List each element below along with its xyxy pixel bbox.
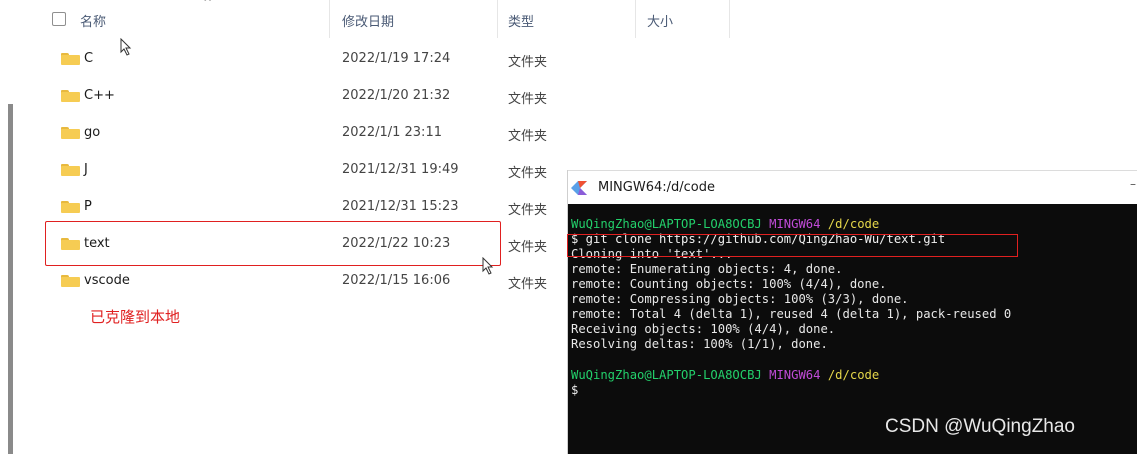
csdn-watermark: CSDN @WuQingZhao [885,416,1075,437]
prompt-path: /d/code [827,217,880,231]
minimize-icon[interactable]: – [1130,177,1136,191]
text-row-highlight-box [45,221,501,266]
folder-type: 文件夹 [508,129,548,144]
output-line: remote: Enumerating objects: 4, done. [571,262,843,276]
folder-row-j[interactable]: J 2021/12/31 19:49 文件夹 [40,151,560,187]
output-line: remote: Compressing objects: 100% (3/3),… [571,292,909,306]
navigation-pane-scrollbar[interactable] [8,104,13,454]
column-divider[interactable] [729,0,730,38]
folder-icon [61,90,80,102]
column-divider[interactable] [497,0,498,38]
folder-date: 2022/1/1 23:11 [342,125,442,140]
folder-icon [61,127,80,139]
folder-type: 文件夹 [508,240,548,255]
select-all-checkbox[interactable] [52,12,66,26]
folder-type: 文件夹 [508,55,548,70]
terminal-title-bar[interactable]: MINGW64:/d/code – [568,170,1137,205]
output-line: Resolving deltas: 100% (1/1), done. [571,337,828,351]
folder-icon [61,53,80,65]
folder-date: 2021/12/31 19:49 [342,162,459,177]
column-header-date[interactable]: 修改日期 [342,11,394,30]
folder-icon [61,201,80,213]
folder-icon [61,164,80,176]
column-header-name[interactable]: 名称 [80,11,106,30]
folder-name: go [84,125,101,140]
folder-row-cpp[interactable]: C++ 2022/1/20 21:32 文件夹 [40,77,560,113]
folder-name: vscode [84,273,130,288]
folder-name: P [84,199,92,214]
prompt-line: WuQingZhao@LAPTOP-LOA8OCBJ MINGW64 /d/co… [571,217,879,232]
folder-date: 2022/1/19 17:24 [342,51,451,66]
prompt-path: /d/code [827,368,880,382]
column-divider[interactable] [635,0,636,38]
command-highlight-box [567,234,1018,257]
folder-icon [61,275,80,287]
mouse-pointer-icon [482,257,494,275]
output-line: remote: Counting objects: 100% (4/4), do… [571,277,887,291]
column-divider[interactable] [329,0,330,38]
folder-row-go[interactable]: go 2022/1/1 23:11 文件夹 [40,114,560,150]
git-bash-icon [571,181,587,195]
folder-name: J [84,162,88,177]
cursor-line: $ [571,383,579,397]
folder-type: 文件夹 [508,92,548,107]
prompt-user: WuQingZhao@LAPTOP-LOA8OCBJ [571,217,762,231]
git-bash-window[interactable]: MINGW64:/d/code – WuQingZhao@LAPTOP-LOA8… [567,170,1137,454]
folder-name: C [84,51,94,66]
sort-ascending-icon: ^ [203,0,213,9]
folder-date: 2022/1/15 16:06 [342,273,451,288]
folder-row-c[interactable]: C 2022/1/19 17:24 文件夹 [40,40,560,76]
folder-name: C++ [84,88,115,103]
terminal-title: MINGW64:/d/code [598,180,715,195]
file-list-header: 名称 ^ 修改日期 类型 大小 [40,0,730,38]
cloned-annotation: 已克隆到本地 [90,308,181,326]
folder-date: 2021/12/31 15:23 [342,199,459,214]
folder-row-p[interactable]: P 2021/12/31 15:23 文件夹 [40,188,560,224]
output-line: Receiving objects: 100% (4/4), done. [571,322,836,336]
prompt-env: MINGW64 [769,217,821,231]
column-header-size[interactable]: 大小 [647,11,673,30]
folder-type: 文件夹 [508,166,548,181]
folder-type: 文件夹 [508,277,548,292]
prompt-line: WuQingZhao@LAPTOP-LOA8OCBJ MINGW64 /d/co… [571,368,879,383]
folder-date: 2022/1/20 21:32 [342,88,451,103]
output-line: remote: Total 4 (delta 1), reused 4 (del… [571,307,1012,321]
prompt-user: WuQingZhao@LAPTOP-LOA8OCBJ [571,368,762,382]
folder-type: 文件夹 [508,203,548,218]
column-header-type[interactable]: 类型 [508,11,534,30]
prompt-env: MINGW64 [769,368,821,382]
